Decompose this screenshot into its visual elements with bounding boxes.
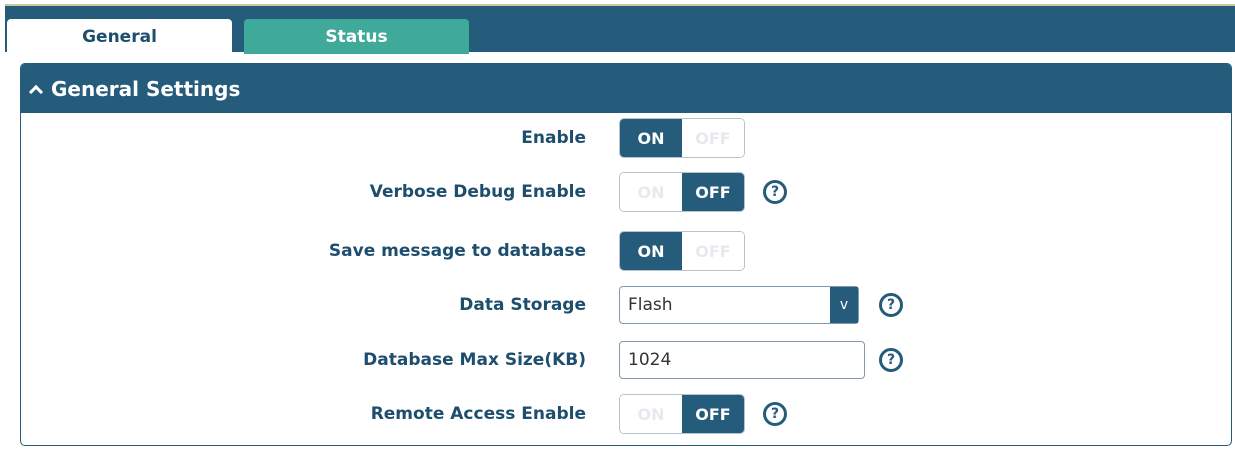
help-icon[interactable]: ?: [879, 348, 903, 372]
data-storage-label: Data Storage: [459, 295, 586, 315]
row-verbose-debug: Verbose Debug Enable ON OFF ?: [21, 172, 1231, 212]
enable-toggle[interactable]: ON OFF: [619, 118, 745, 158]
help-icon[interactable]: ?: [763, 402, 787, 426]
toggle-off[interactable]: OFF: [682, 232, 744, 270]
db-max-size-label: Database Max Size(KB): [363, 350, 586, 370]
row-save-db: Save message to database ON OFF: [21, 231, 1231, 271]
tab-bar: General Status: [5, 4, 1235, 54]
row-remote-access: Remote Access Enable ON OFF ?: [21, 394, 1231, 434]
data-storage-select[interactable]: Flash v: [619, 286, 859, 324]
save-db-label: Save message to database: [328, 241, 586, 261]
row-data-storage: Data Storage Flash v ?: [21, 285, 1231, 325]
row-enable: Enable ON OFF: [21, 118, 1231, 158]
tab-status[interactable]: Status: [244, 19, 469, 54]
row-db-max-size: Database Max Size(KB) ?: [21, 340, 1231, 380]
panel-title: General Settings: [51, 76, 241, 101]
dropdown-arrow-icon[interactable]: v: [830, 287, 858, 323]
toggle-off[interactable]: OFF: [682, 119, 744, 157]
remote-access-label: Remote Access Enable: [370, 404, 586, 424]
panel-header[interactable]: General Settings: [21, 64, 1231, 113]
remote-access-toggle[interactable]: ON OFF: [619, 394, 745, 434]
toggle-on[interactable]: ON: [620, 395, 682, 433]
toggle-off[interactable]: OFF: [682, 173, 744, 211]
chevron-up-icon[interactable]: [28, 84, 44, 99]
verbose-debug-label: Verbose Debug Enable: [369, 182, 586, 202]
save-db-toggle[interactable]: ON OFF: [619, 231, 745, 271]
toggle-on[interactable]: ON: [620, 232, 682, 270]
general-settings-panel: General Settings Enable ON OFF Verbose D…: [20, 63, 1232, 446]
toggle-on[interactable]: ON: [620, 173, 682, 211]
help-icon[interactable]: ?: [763, 180, 787, 204]
help-icon[interactable]: ?: [879, 293, 903, 317]
tab-general[interactable]: General: [7, 19, 232, 54]
toggle-on[interactable]: ON: [620, 119, 682, 157]
verbose-debug-toggle[interactable]: ON OFF: [619, 172, 745, 212]
enable-label: Enable: [521, 128, 586, 148]
toggle-off[interactable]: OFF: [682, 395, 744, 433]
db-max-size-input[interactable]: [619, 341, 865, 379]
data-storage-value: Flash: [628, 295, 673, 315]
